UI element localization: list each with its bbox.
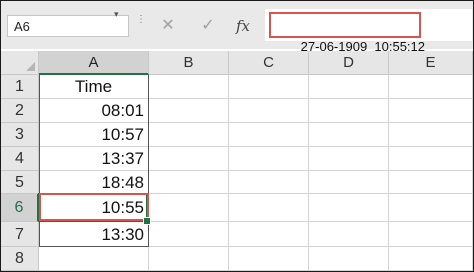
cell-value: 13:30 [101, 225, 144, 244]
cell-d1[interactable] [309, 75, 389, 99]
cell-e7[interactable] [389, 222, 473, 247]
cell-c7[interactable] [229, 222, 309, 247]
cell-value: 10:55 [101, 198, 144, 217]
cell-a7[interactable]: 13:30 [39, 222, 149, 247]
cell-a1[interactable]: Time [39, 75, 149, 99]
row-header-label: 7 [15, 226, 24, 243]
cell-a8[interactable] [39, 247, 149, 271]
row-header-2[interactable]: 2 [1, 99, 39, 123]
insert-function-label: fx [235, 17, 250, 35]
cell-c2[interactable] [229, 99, 309, 123]
cell-a2[interactable]: 08:01 [39, 99, 149, 123]
column-header-label: C [263, 54, 274, 71]
column-header-d[interactable]: D [309, 51, 389, 75]
cell-b7[interactable] [149, 222, 229, 247]
excel-window: A6 ▾ ⋮ ✕ ✓ fx 27-06-1909 10:55:12 A B C … [0, 0, 474, 272]
cell-d5[interactable] [309, 171, 389, 194]
cell-d2[interactable] [309, 99, 389, 123]
column-header-label: B [183, 54, 194, 71]
cell-a4[interactable]: 13:37 [39, 147, 149, 171]
name-box-dropdown-icon[interactable]: ▾ [114, 9, 119, 20]
cell-b2[interactable] [149, 99, 229, 123]
cell-b8[interactable] [149, 247, 229, 271]
cell-value: 13:37 [101, 149, 144, 168]
cell-c3[interactable] [229, 123, 309, 147]
row-header-label: 1 [15, 78, 24, 95]
formula-bar: A6 ▾ ⋮ ✕ ✓ fx 27-06-1909 10:55:12 [1, 1, 473, 54]
column-header-label: E [425, 54, 436, 71]
enter-check-icon[interactable]: ✓ [199, 15, 217, 37]
cell-value: 08:01 [101, 101, 144, 120]
cell-value: 18:48 [101, 173, 144, 192]
cell-c5[interactable] [229, 171, 309, 194]
cell-a6[interactable]: 10:55 [39, 194, 149, 222]
column-header-label: D [343, 54, 354, 71]
cell-b5[interactable] [149, 171, 229, 194]
cell-a3[interactable]: 10:57 [39, 123, 149, 147]
row-header-label: 2 [15, 102, 24, 119]
fill-handle[interactable] [143, 217, 151, 225]
row-header-4[interactable]: 4 [1, 147, 39, 171]
cell-e6[interactable] [389, 194, 473, 222]
cell-b4[interactable] [149, 147, 229, 171]
name-box-value: A6 [14, 19, 30, 34]
cell-e1[interactable] [389, 75, 473, 99]
column-header-c[interactable]: C [229, 51, 309, 75]
formula-value-highlight: 27-06-1909 10:55:12 [269, 12, 425, 54]
resize-handle-icon[interactable]: ⋮ [136, 15, 146, 35]
name-box[interactable]: A6 [7, 15, 129, 37]
cell-c6[interactable] [229, 194, 309, 222]
cell-e4[interactable] [389, 147, 473, 171]
cell-e3[interactable] [389, 123, 473, 147]
row-header-label: 3 [15, 126, 24, 143]
cell-value: Time [74, 77, 113, 96]
column-header-a[interactable]: A [39, 51, 149, 75]
cell-e8[interactable] [389, 247, 473, 271]
cancel-icon[interactable]: ✕ [159, 15, 177, 37]
column-header-label: A [88, 54, 99, 71]
cell-value: 10:57 [101, 125, 144, 144]
insert-function-button[interactable]: fx [233, 15, 253, 37]
row-header-1[interactable]: 1 [1, 75, 39, 99]
cell-b3[interactable] [149, 123, 229, 147]
cell-c8[interactable] [229, 247, 309, 271]
cell-d6[interactable] [309, 194, 389, 222]
row-header-3[interactable]: 3 [1, 123, 39, 147]
cell-c1[interactable] [229, 75, 309, 99]
row-header-8[interactable]: 8 [1, 247, 39, 271]
cell-b6[interactable] [149, 194, 229, 222]
cell-b1[interactable] [149, 75, 229, 99]
column-header-b[interactable]: B [149, 51, 229, 75]
row-header-5[interactable]: 5 [1, 171, 39, 194]
cell-e5[interactable] [389, 171, 473, 194]
row-header-7[interactable]: 7 [1, 222, 39, 247]
cell-d3[interactable] [309, 123, 389, 147]
row-header-label: 6 [14, 199, 24, 216]
cell-d4[interactable] [309, 147, 389, 171]
cell-d8[interactable] [309, 247, 389, 271]
cell-e2[interactable] [389, 99, 473, 123]
select-all-icon [26, 62, 35, 71]
column-header-e[interactable]: E [389, 51, 473, 75]
row-header-label: 8 [15, 250, 24, 267]
row-header-6[interactable]: 6 [1, 194, 39, 222]
row-header-label: 5 [15, 174, 24, 191]
cell-a5[interactable]: 18:48 [39, 171, 149, 194]
cell-d7[interactable] [309, 222, 389, 247]
row-header-label: 4 [15, 150, 24, 167]
cell-c4[interactable] [229, 147, 309, 171]
select-all-button[interactable] [1, 51, 39, 75]
